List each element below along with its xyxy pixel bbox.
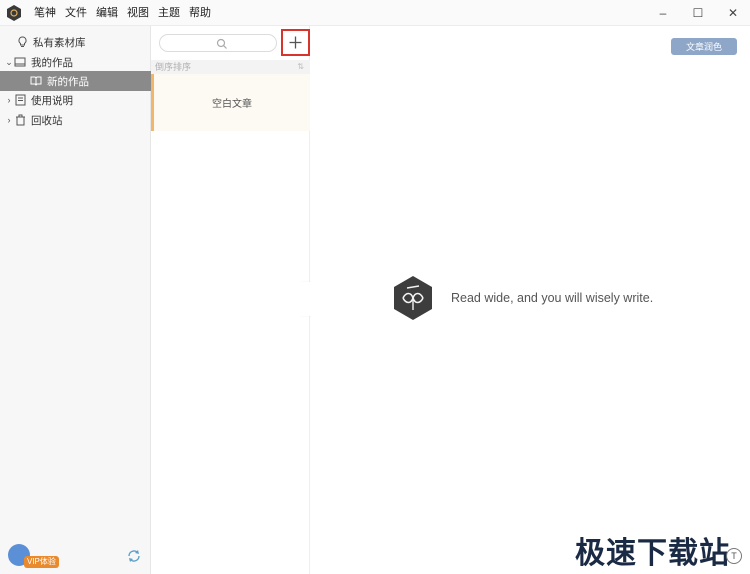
close-button[interactable]: ✕ [716, 0, 750, 26]
watermark-badge: T [726, 548, 742, 564]
add-article-button[interactable] [281, 29, 310, 56]
app-logo-icon [7, 5, 21, 21]
title-bar: 笔神 文件 编辑 视图 主题 帮助 – ☐ ✕ [0, 0, 750, 26]
sidebar-item-label: 使用说明 [31, 94, 73, 107]
sync-icon[interactable] [126, 548, 142, 564]
editor-area: 文章润色 Read wide, and you will wisely writ… [311, 26, 750, 574]
article-list-pane: 倒序排序 ⇅ 空白文章 [151, 26, 310, 574]
doc-icon [14, 94, 26, 106]
app-emblem-icon [394, 276, 432, 320]
menu-view[interactable]: 视图 [127, 0, 149, 26]
chevron-right-icon[interactable]: › [4, 95, 14, 105]
article-title: 空白文章 [212, 99, 252, 110]
sidebar-item-my-works[interactable]: ⌄ 我的作品 [0, 52, 151, 72]
sidebar: 私有素材库 ⌄ 我的作品 新的作品 › 使用说明 › 回收站 VIP体验 [0, 26, 151, 574]
menu-edit[interactable]: 编辑 [96, 0, 118, 26]
plus-icon [289, 36, 302, 49]
watermark: 极速下载站 [575, 536, 730, 571]
trash-icon [14, 114, 26, 126]
sort-toggle-icon[interactable]: ⇅ [297, 60, 304, 74]
list-item[interactable]: 空白文章 [151, 74, 310, 131]
menu-theme[interactable]: 主题 [158, 0, 180, 26]
menu-help[interactable]: 帮助 [189, 0, 211, 26]
sidebar-item-private-materials[interactable]: 私有素材库 [0, 32, 151, 52]
sidebar-item-new-work[interactable]: 新的作品 [0, 71, 151, 91]
vip-badge[interactable]: VIP体验 [24, 556, 59, 568]
bulb-icon [16, 36, 28, 48]
sort-label: 倒序排序 [155, 62, 192, 72]
chevron-right-icon[interactable]: › [4, 115, 14, 125]
sidebar-item-label: 私有素材库 [33, 36, 86, 49]
polish-article-button[interactable]: 文章润色 [671, 38, 737, 55]
sidebar-item-instructions[interactable]: › 使用说明 [0, 90, 151, 110]
menu-bishen[interactable]: 笔神 [34, 0, 56, 26]
empty-state-tagline: Read wide, and you will wisely write. [451, 291, 654, 305]
maximize-button[interactable]: ☐ [681, 0, 715, 26]
open-book-icon [30, 75, 42, 87]
menu-file[interactable]: 文件 [65, 0, 87, 26]
sort-bar[interactable]: 倒序排序 ⇅ [151, 60, 310, 74]
minimize-button[interactable]: – [646, 0, 680, 26]
sidebar-item-trash[interactable]: › 回收站 [0, 110, 151, 130]
menu-bar: 笔神 文件 编辑 视图 主题 帮助 [34, 0, 220, 26]
search-icon [216, 38, 227, 49]
sidebar-item-label: 新的作品 [47, 75, 89, 88]
sidebar-item-label: 我的作品 [31, 56, 73, 69]
search-input[interactable] [159, 34, 277, 52]
sidebar-item-label: 回收站 [31, 114, 63, 127]
book-icon [14, 56, 26, 68]
chevron-down-icon[interactable]: ⌄ [4, 57, 14, 68]
